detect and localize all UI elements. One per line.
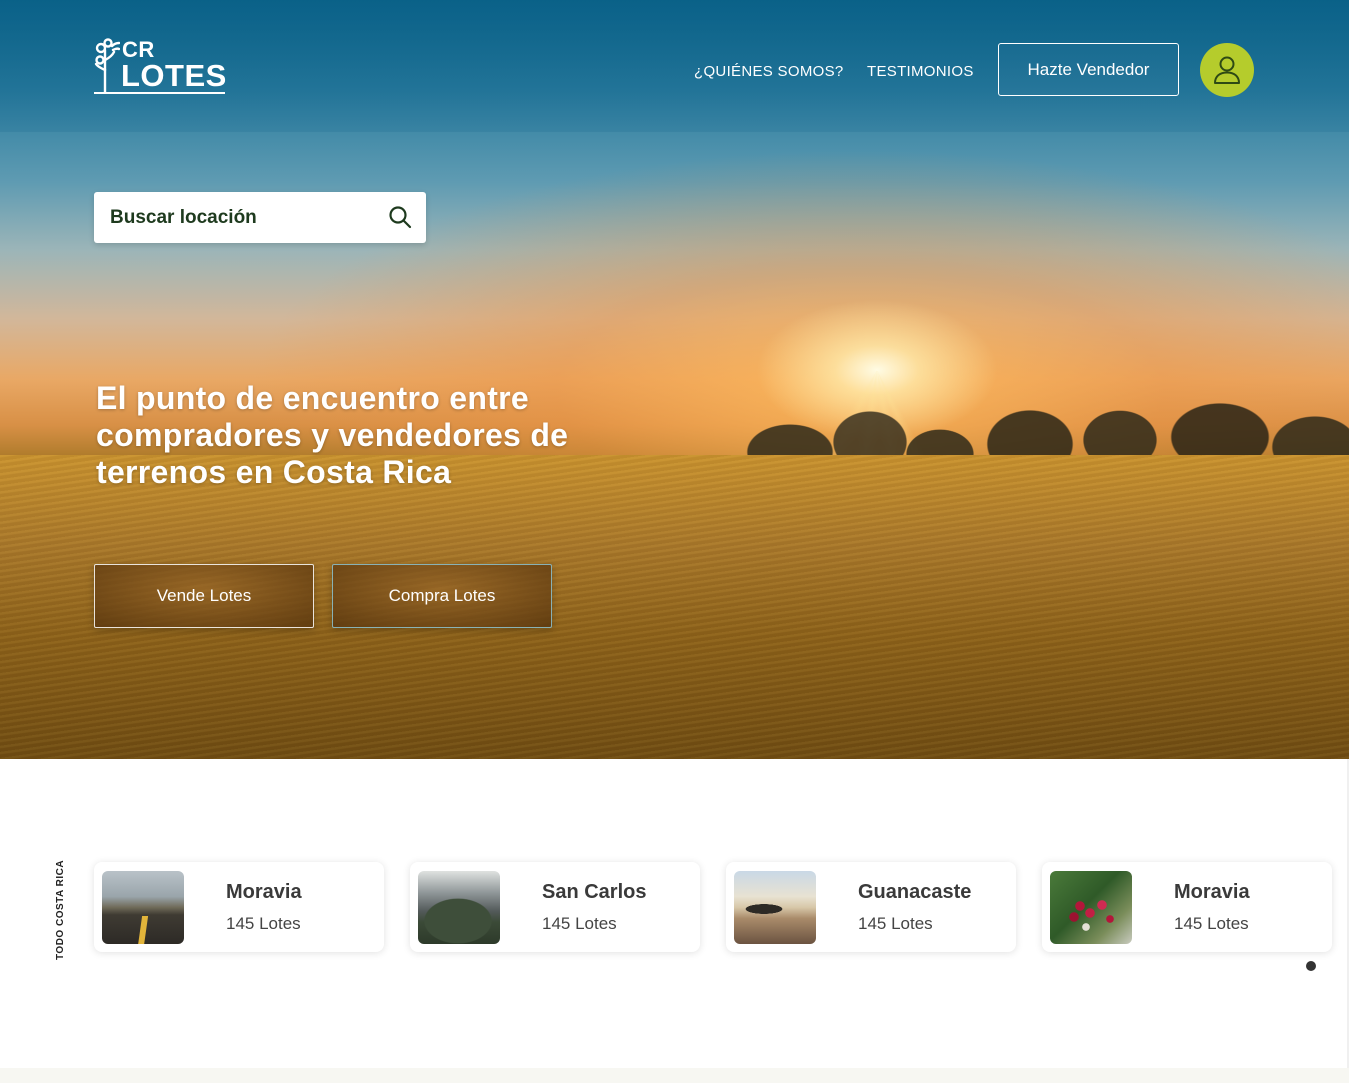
location-lot-count: 145 Lotes [858, 914, 933, 933]
location-name: Moravia [226, 881, 302, 903]
location-name: Guanacaste [858, 881, 972, 903]
location-search-input[interactable]: Buscar locación [94, 192, 426, 243]
location-thumbnail [1050, 871, 1132, 944]
search-icon[interactable] [388, 205, 412, 229]
logo-underline [94, 92, 225, 94]
user-icon [1214, 56, 1240, 84]
location-card[interactable]: Moravia 145 Lotes [94, 862, 384, 952]
location-thumbnail [102, 871, 184, 944]
location-name: San Carlos [542, 881, 647, 903]
location-card[interactable]: San Carlos 145 Lotes [410, 862, 700, 952]
buy-lots-button[interactable]: Compra Lotes [332, 564, 552, 628]
location-name: Moravia [1174, 881, 1250, 903]
footer-strip [0, 1068, 1349, 1083]
logo-text-bottom: LOTES [121, 58, 227, 93]
location-card[interactable]: Moravia 145 Lotes [1042, 862, 1332, 952]
logo[interactable]: CR LOTES [94, 38, 226, 96]
carousel-dot[interactable] [1306, 961, 1316, 971]
location-lot-count: 145 Lotes [542, 914, 617, 933]
location-thumbnail [734, 871, 816, 944]
nav-link-testimonials[interactable]: TESTIMONIOS [867, 63, 974, 80]
plant-logo-icon [94, 38, 120, 94]
hero-headline: El punto de encuentro entre compradores … [96, 380, 569, 490]
hero-section: CR LOTES ¿QUIÉNES SOMOS? TESTIMONIOS Haz… [0, 0, 1349, 759]
user-account-button[interactable] [1200, 43, 1254, 97]
search-placeholder: Buscar locación [110, 206, 257, 228]
location-card[interactable]: Guanacaste 145 Lotes [726, 862, 1016, 952]
location-lot-count: 145 Lotes [226, 914, 301, 933]
location-lot-count: 145 Lotes [1174, 914, 1249, 933]
sell-lots-button[interactable]: Vende Lotes [94, 564, 314, 628]
location-thumbnail [418, 871, 500, 944]
nav-link-about[interactable]: ¿QUIÉNES SOMOS? [694, 63, 844, 80]
become-seller-button[interactable]: Hazte Vendedor [998, 43, 1179, 96]
side-label-all-costa-rica: TODO COSTA RICA [55, 859, 66, 960]
